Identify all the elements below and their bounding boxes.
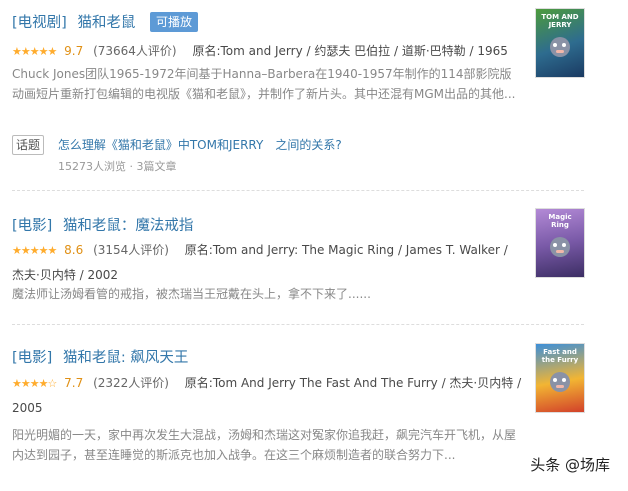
rating-score: 9.7	[64, 44, 84, 58]
result-description: Chuck Jones团队1965-1972年间基于Hanna–Barbera在…	[12, 67, 516, 101]
original-info: 原名:Tom and Jerry: The Magic Ring / James…	[12, 243, 508, 282]
result-meta: ★★★★☆ 7.7 (2322人评价) 原名:Tom And Jerry The…	[12, 371, 522, 420]
rating-votes: (2322人评价)	[93, 376, 169, 390]
result-meta: ★★★★★ 8.6 (3154人评价) 原名:Tom and Jerry: Th…	[12, 238, 522, 287]
result-title-link[interactable]: 猫和老鼠: 飙风天王	[63, 350, 189, 366]
topic-stats: 15273人浏览 · 3篇文章	[58, 160, 177, 173]
rating-score: 8.6	[64, 243, 84, 257]
topic-question-link[interactable]: 怎么理解《猫和老鼠》中TOM和JERRY 之间的关系?	[58, 138, 342, 152]
original-info: 原名:Tom And Jerry The Fast And The Furry …	[12, 376, 522, 415]
poster-title: Fast and the Furry	[541, 348, 579, 364]
result-item: [电影] 猫和老鼠：魔法戒指 ★★★★★ 8.6 (3154人评价) 原名:To…	[0, 200, 628, 325]
result-title-line: [电影] 猫和老鼠: 飙风天王	[12, 346, 188, 367]
rating-votes: (73664人评价)	[93, 44, 177, 58]
result-title-link[interactable]: 猫和老鼠	[77, 15, 135, 31]
result-item: [电视剧] 猫和老鼠 可播放 ★★★★★ 9.7 (73664人评价) 原名:T…	[0, 0, 628, 200]
rating-score: 7.7	[64, 376, 84, 390]
cat-face-icon	[550, 237, 570, 257]
result-category: [电视剧]	[12, 15, 67, 31]
divider	[12, 324, 584, 325]
result-category: [电影]	[12, 218, 53, 234]
result-meta: ★★★★★ 9.7 (73664人评价) 原名:Tom and Jerry / …	[12, 42, 508, 59]
divider	[12, 190, 584, 191]
result-title-line: [电视剧] 猫和老鼠 可播放	[12, 11, 199, 32]
rating-stars-icon: ★★★★☆	[12, 377, 57, 390]
result-description: 魔法师让汤姆看管的戒指，被杰瑞当王冠戴在头上，拿不下来了......	[12, 287, 371, 301]
rating-stars-icon: ★★★★★	[12, 244, 57, 257]
rating-stars-icon: ★★★★★	[12, 45, 57, 58]
poster-image[interactable]: Fast and the Furry	[535, 343, 585, 413]
watermark: 头条 @场库	[530, 456, 610, 474]
result-description: 阳光明媚的一天，家中再次发生大混战，汤姆和杰瑞这对冤家你追我赶，飙完汽车开飞机，…	[12, 428, 517, 462]
poster-image[interactable]: Magic Ring	[535, 208, 585, 278]
cat-face-icon	[550, 372, 570, 392]
playable-badge[interactable]: 可播放	[150, 12, 199, 32]
original-info: 原名:Tom and Jerry / 约瑟夫 巴伯拉 / 道斯·巴特勒 / 19…	[192, 44, 508, 58]
result-title-line: [电影] 猫和老鼠：魔法戒指	[12, 214, 193, 235]
poster-title: TOM AND JERRY	[541, 13, 579, 29]
rating-votes: (3154人评价)	[93, 243, 169, 257]
topic-tag[interactable]: 话题	[12, 135, 45, 155]
result-category: [电影]	[12, 350, 53, 366]
cat-face-icon	[550, 37, 570, 57]
poster-title: Magic Ring	[548, 213, 572, 229]
poster-image[interactable]: TOM AND JERRY	[535, 8, 585, 78]
result-title-link[interactable]: 猫和老鼠：魔法戒指	[63, 218, 194, 234]
topic-row: 话题 怎么理解《猫和老鼠》中TOM和JERRY 之间的关系?	[12, 135, 342, 155]
